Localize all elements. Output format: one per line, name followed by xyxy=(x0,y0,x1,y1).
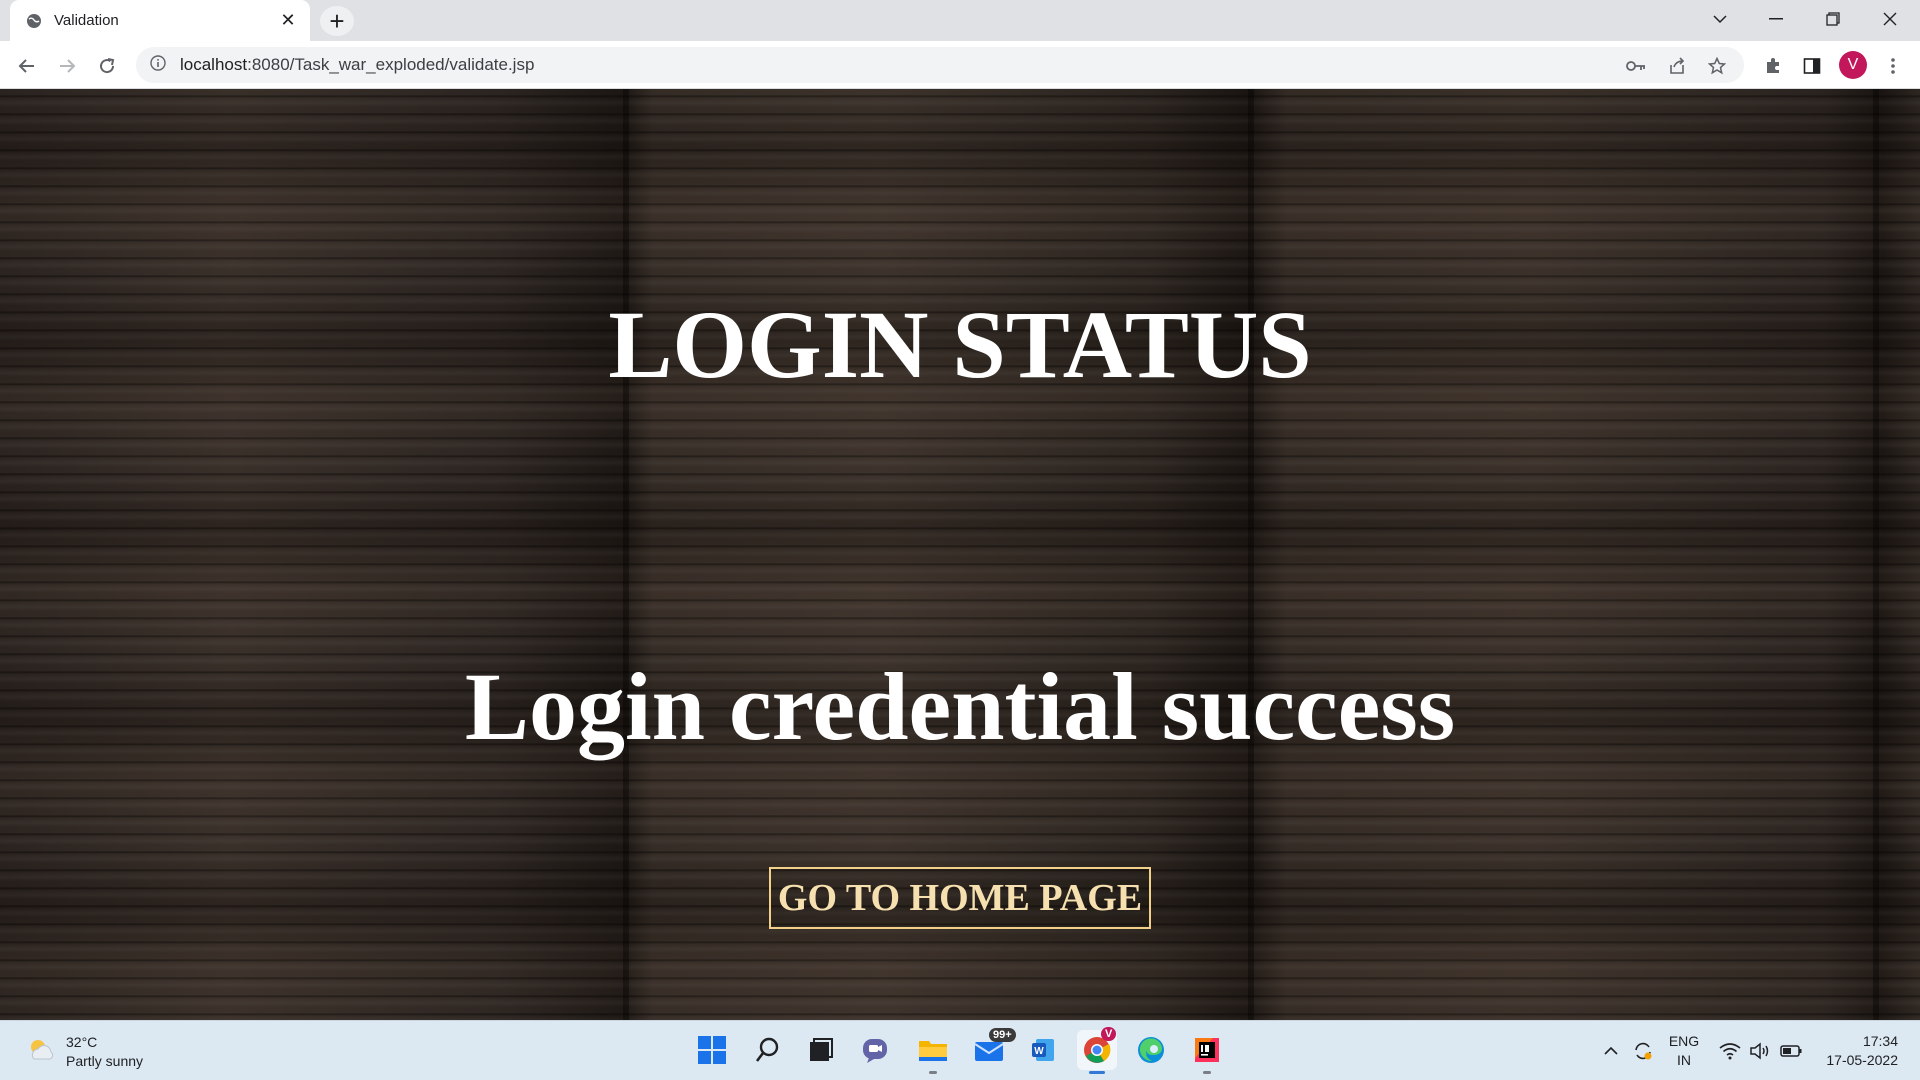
minimize-icon[interactable] xyxy=(1748,0,1804,38)
chevron-up-icon[interactable] xyxy=(1599,1021,1623,1080)
forward-arrow-icon[interactable] xyxy=(50,49,84,83)
new-tab-button[interactable]: + xyxy=(320,6,354,36)
volume-icon[interactable] xyxy=(1746,1021,1774,1080)
menu-kebab-icon[interactable] xyxy=(1880,53,1906,79)
side-panel-icon[interactable] xyxy=(1799,53,1825,79)
site-info-icon[interactable] xyxy=(150,54,166,76)
region-code: IN xyxy=(1677,1052,1691,1068)
extensions-puzzle-icon[interactable] xyxy=(1760,53,1786,79)
reload-icon[interactable] xyxy=(90,49,124,83)
clock-time: 17:34 xyxy=(1862,1033,1898,1049)
clock[interactable]: 17:34 17-05-2022 xyxy=(1810,1021,1898,1080)
svg-text:W: W xyxy=(1034,1046,1044,1057)
chrome-profile-badge: V xyxy=(1101,1027,1117,1041)
running-indicator xyxy=(1089,1071,1105,1074)
weather-widget[interactable]: 32°C Partly sunny xyxy=(26,1033,143,1071)
word-icon[interactable]: W xyxy=(1023,1030,1063,1070)
chrome-icon[interactable]: V xyxy=(1077,1027,1117,1074)
close-window-icon[interactable] xyxy=(1862,0,1918,38)
url-text: localhost:8080/Task_war_exploded/validat… xyxy=(180,55,534,75)
back-arrow-icon[interactable] xyxy=(10,49,44,83)
url-path: :8080/Task_war_exploded/validate.jsp xyxy=(247,55,535,74)
browser-toolbar: localhost:8080/Task_war_exploded/validat… xyxy=(0,41,1920,89)
bookmark-star-icon[interactable] xyxy=(1706,55,1728,77)
file-explorer-icon[interactable] xyxy=(913,1030,953,1074)
profile-avatar[interactable]: V xyxy=(1839,51,1867,79)
status-message: Login credential success xyxy=(464,653,1456,760)
address-bar[interactable]: localhost:8080/Task_war_exploded/validat… xyxy=(136,47,1744,83)
browser-tab[interactable]: Validation ✕ xyxy=(10,0,310,41)
intellij-icon[interactable] xyxy=(1187,1030,1227,1074)
tab-search-icon[interactable] xyxy=(1692,0,1748,38)
task-view-icon[interactable] xyxy=(801,1030,841,1070)
go-home-button[interactable]: GO TO HOME PAGE xyxy=(769,867,1151,929)
tab-title: Validation xyxy=(54,12,119,29)
language-code: ENG xyxy=(1668,1033,1700,1049)
battery-icon[interactable] xyxy=(1776,1021,1806,1080)
mail-badge: 99+ xyxy=(989,1028,1016,1042)
running-indicator xyxy=(929,1071,937,1074)
close-tab-icon[interactable]: ✕ xyxy=(278,10,298,31)
weather-temp: 32°C xyxy=(66,1034,98,1050)
wood-seam xyxy=(1248,89,1254,1020)
page-title: LOGIN STATUS xyxy=(608,291,1312,398)
running-indicator xyxy=(1203,1071,1211,1074)
start-windows-icon[interactable] xyxy=(692,1030,732,1070)
clock-date: 17-05-2022 xyxy=(1826,1052,1898,1068)
partly-sunny-icon xyxy=(26,1037,56,1068)
language-indicator[interactable]: ENG IN xyxy=(1662,1021,1706,1080)
page-content: LOGIN STATUS Login credential success GO… xyxy=(0,89,1920,1020)
teams-chat-icon[interactable] xyxy=(856,1030,896,1070)
search-icon[interactable] xyxy=(748,1030,788,1070)
tab-strip: Validation ✕ + xyxy=(0,0,1920,41)
wifi-icon[interactable] xyxy=(1716,1021,1744,1080)
restore-icon[interactable] xyxy=(1805,0,1861,38)
globe-icon xyxy=(25,12,43,30)
mail-icon[interactable]: 99+ xyxy=(969,1028,1016,1070)
weather-desc: Partly sunny xyxy=(66,1053,144,1069)
url-host: localhost xyxy=(180,55,248,74)
sync-icon[interactable] xyxy=(1628,1021,1658,1080)
edge-icon[interactable] xyxy=(1131,1030,1171,1070)
key-icon[interactable] xyxy=(1625,55,1647,77)
share-icon[interactable] xyxy=(1666,55,1688,77)
taskbar: 32°C Partly sunny 99+ W V ENG IN 17:34 1… xyxy=(0,1020,1920,1080)
wood-seam xyxy=(623,89,629,1020)
wood-seam xyxy=(1873,89,1879,1020)
